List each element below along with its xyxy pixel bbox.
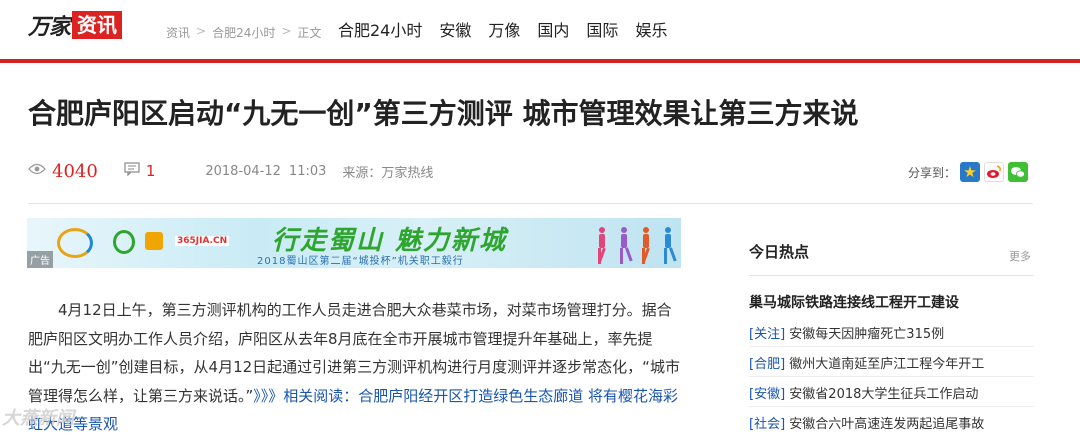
list-item[interactable]: [合肥] 徽州大道南延至庐江工程今年开工 xyxy=(749,353,984,372)
emblem-icon xyxy=(113,230,135,254)
article-body: 4月12日上午，第三方测评机构的工作人员走进合肥大众巷菜市场，对菜市场管理打分。… xyxy=(28,296,680,439)
publish-time: 11:03 xyxy=(288,163,327,179)
list-item-category: [安徽] xyxy=(749,387,786,402)
runners-illustration xyxy=(598,227,677,264)
ad-banner[interactable]: 365JIA.CN 行走蜀山 魅力新城 2018蜀山区第二届“城投杯”机关职工毅… xyxy=(27,218,681,268)
eye-icon xyxy=(28,163,46,179)
nav-item-international[interactable]: 国际 xyxy=(586,17,618,41)
list-item[interactable]: [安徽] 安徽省2018大学生征兵工作启动 xyxy=(749,383,978,402)
sidebar-divider xyxy=(749,275,1034,276)
qzone-star-icon[interactable]: ★ xyxy=(960,162,981,182)
list-divider xyxy=(749,376,1034,377)
share-label: 分享到： xyxy=(908,165,957,180)
nav-item-domestic[interactable]: 国内 xyxy=(537,17,569,41)
breadcrumb-separator: > xyxy=(196,24,207,38)
wechat-icon[interactable] xyxy=(1008,162,1029,182)
article-title: 合肥庐阳区启动“九无一创”第三方测评 城市管理效果让第三方来说 xyxy=(28,97,859,130)
comment-icon[interactable] xyxy=(124,162,140,180)
article-meta: 4040 1 2018-04-12 11:03 来源：万家热线 xyxy=(28,160,433,182)
logo-text-badge: 资讯 xyxy=(72,11,123,39)
comment-count[interactable]: 1 xyxy=(146,162,156,180)
list-item-text: 安徽省2018大学生征兵工作启动 xyxy=(789,387,979,402)
hot-headline[interactable]: 巢马城际铁路连接线工程开工建设 xyxy=(749,292,959,312)
header-divider xyxy=(0,59,1080,63)
share-bar: 分享到： ★ xyxy=(908,162,1029,182)
list-item-category: [社会] xyxy=(749,417,786,432)
nav-item-anhui[interactable]: 安徽 xyxy=(439,17,471,41)
main-nav: 合肥24小时 安徽 万像 国内 国际 娱乐 xyxy=(338,17,667,41)
article-source: 来源：万家热线 xyxy=(342,165,434,181)
list-item[interactable]: [社会] 安徽合六叶高速连发两起追尾事故 xyxy=(749,413,984,432)
watermark: 大燕新闻 xyxy=(2,408,74,429)
list-item-category: [合肥] xyxy=(749,357,786,372)
breadcrumb-separator: > xyxy=(281,24,292,38)
list-divider xyxy=(749,346,1034,347)
breadcrumb-item-current: 正文 xyxy=(297,26,322,40)
ad-subline: 2018蜀山区第二届“城投杯”机关职工毅行 xyxy=(257,256,464,267)
meta-divider xyxy=(28,203,1033,204)
nav-item-hefei24[interactable]: 合肥24小时 xyxy=(338,17,422,41)
list-divider xyxy=(749,406,1034,407)
breadcrumb-item-news[interactable]: 资讯 xyxy=(166,24,190,41)
list-item[interactable]: [关注] 安徽每天因肿瘤死亡315例 xyxy=(749,323,944,342)
list-item-text: 徽州大道南延至庐江工程今年开工 xyxy=(789,357,985,372)
breadcrumb-item-hefei24[interactable]: 合肥24小时 xyxy=(212,24,275,41)
nav-item-entertainment[interactable]: 娱乐 xyxy=(635,17,667,41)
sidebar-more-link[interactable]: 更多 xyxy=(1009,248,1031,264)
header: 万家 资讯 资讯 > 合肥24小时 > 正文 合肥24小时 安徽 万像 国内 国… xyxy=(0,0,1080,58)
publish-date: 2018-04-12 xyxy=(205,163,281,179)
flower-logo-icon xyxy=(145,232,163,250)
sidebar-title: 今日热点 xyxy=(749,243,810,261)
breadcrumb: 资讯 > 合肥24小时 > 正文 xyxy=(166,24,321,41)
site-logo[interactable]: 万家 资讯 xyxy=(28,10,123,40)
list-item-text: 安徽合六叶高速连发两起追尾事故 xyxy=(789,417,985,432)
ad-tag: 广告 xyxy=(27,251,53,268)
shushan-logo-icon xyxy=(57,228,93,258)
ad-brand: 365JIA.CN xyxy=(175,236,230,246)
view-count: 4040 xyxy=(52,160,98,182)
nav-item-wanxiang[interactable]: 万像 xyxy=(488,17,520,41)
weibo-icon[interactable] xyxy=(984,162,1005,182)
logo-text-main: 万家 xyxy=(28,15,71,40)
list-item-category: [关注] xyxy=(749,327,786,342)
list-item-text: 安徽每天因肿瘤死亡315例 xyxy=(789,327,945,342)
